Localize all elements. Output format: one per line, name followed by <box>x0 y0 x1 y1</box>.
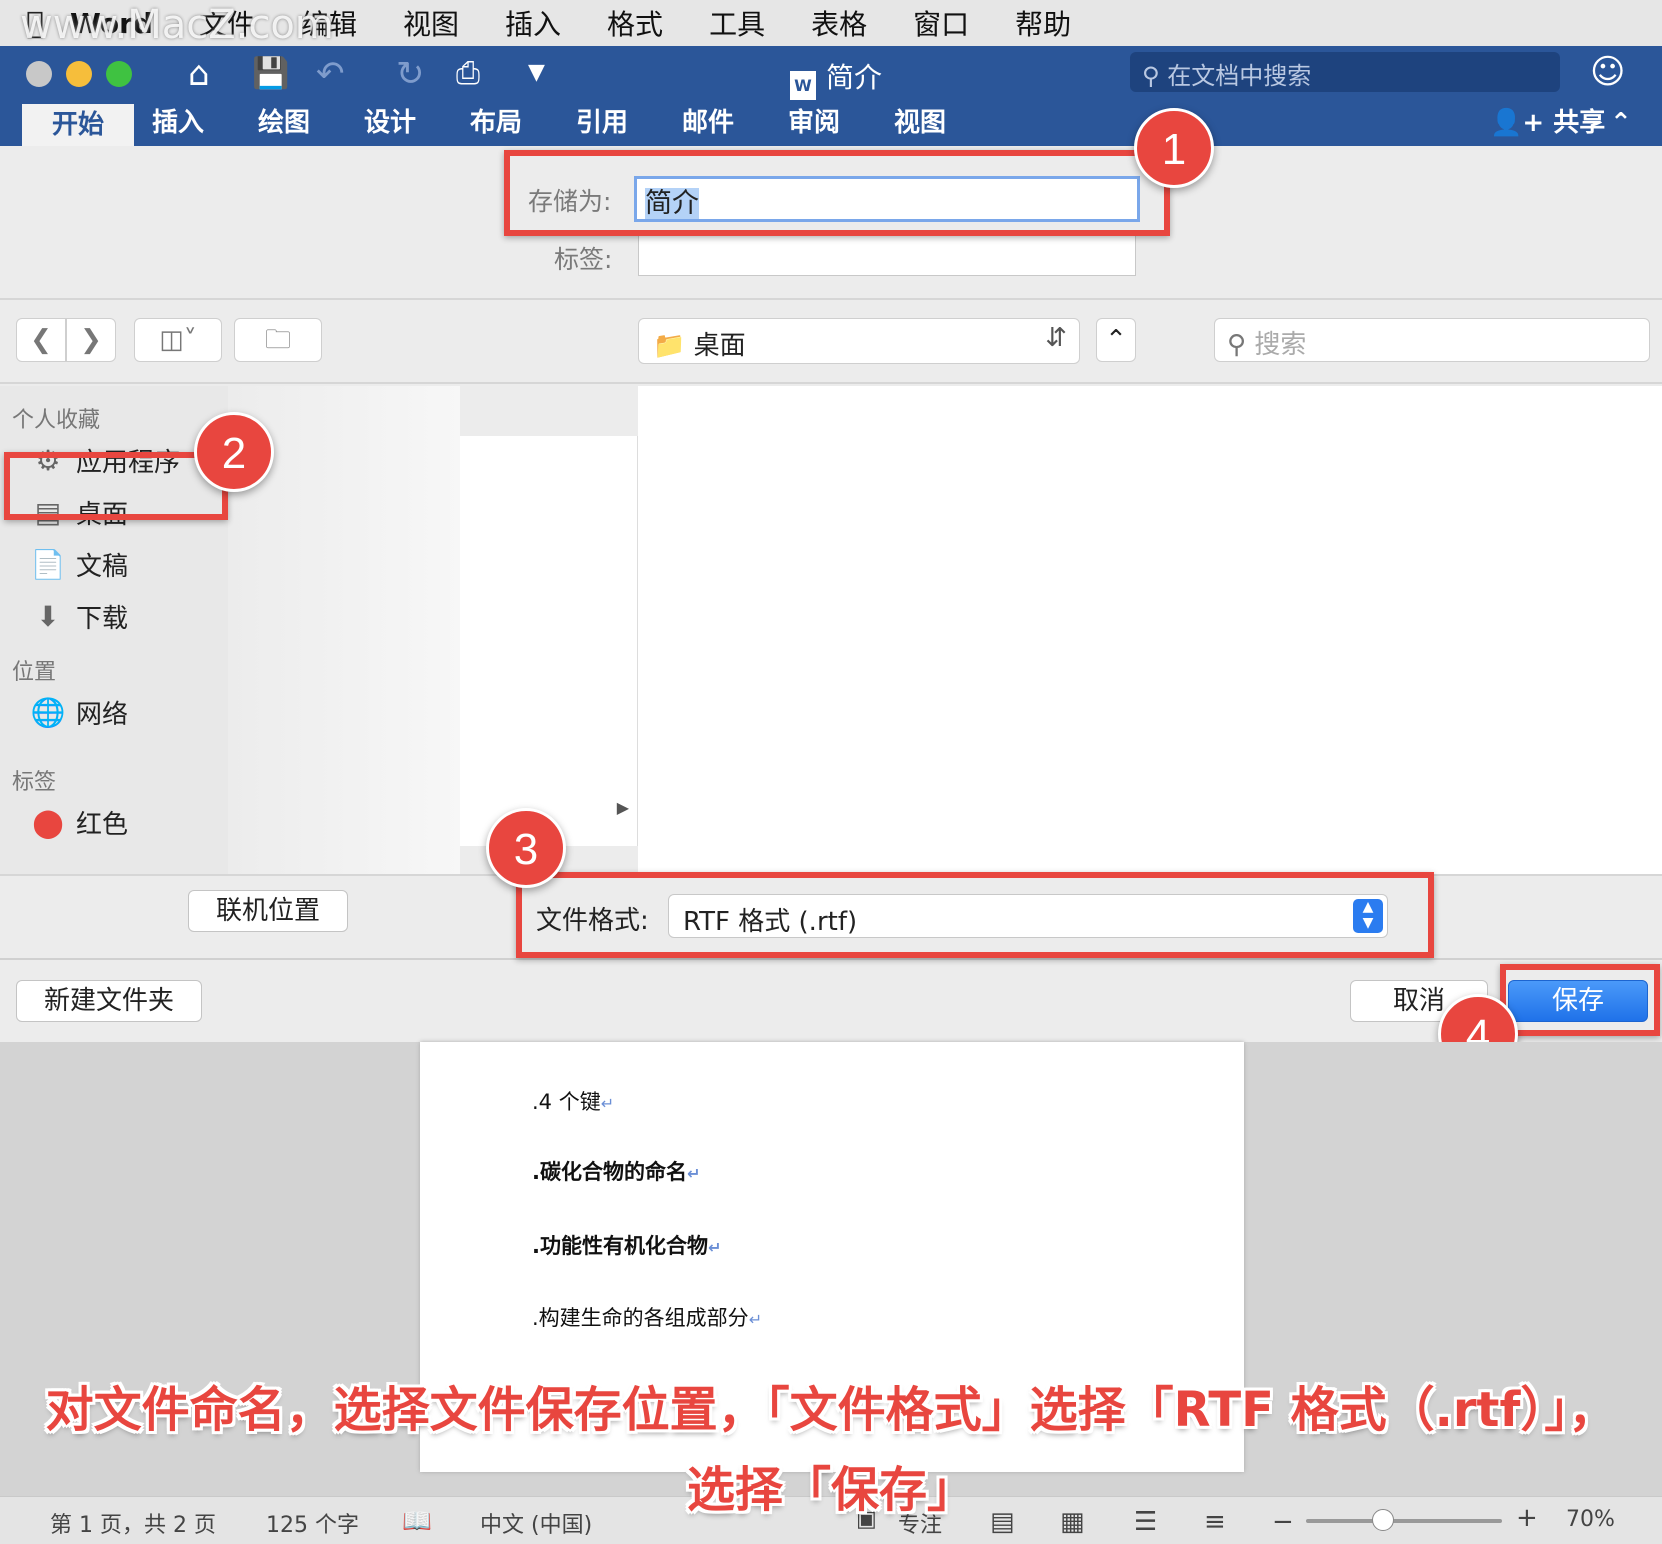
home-icon[interactable]: ⌂ <box>188 54 210 94</box>
save-icon[interactable]: 💾 <box>252 56 289 91</box>
tab-review[interactable]: 审阅 <box>788 100 840 146</box>
favorites-header: 个人收藏 <box>12 408 101 433</box>
document-paragraph: .碳化合物的命名↵ <box>532 1160 701 1184</box>
browser-column-3[interactable] <box>638 386 1662 874</box>
search-icon: ⚲ <box>1227 330 1247 360</box>
tab-insert[interactable]: 插入 <box>152 100 204 146</box>
tab-home[interactable]: 开始 <box>22 104 135 146</box>
columns-view-icon: ◫˅ <box>159 325 197 355</box>
callout-box-4 <box>1500 964 1660 1036</box>
tab-draw[interactable]: 绘图 <box>258 100 310 146</box>
locations-header: 位置 <box>12 660 57 685</box>
tab-view[interactable]: 视图 <box>894 100 946 146</box>
chevron-up-icon: ⌃ <box>1105 325 1127 355</box>
divider <box>0 298 1662 300</box>
ribbon-tabs: 开始 插入 绘图 设计 布局 引用 邮件 审阅 视图 👤+ 共享 ⌃ <box>0 100 1662 146</box>
zoom-window-button[interactable] <box>106 61 132 87</box>
sidebar-item-downloads[interactable]: ⬇ 下载 <box>30 598 128 635</box>
updown-chevron-icon: ⇵ <box>1045 323 1067 353</box>
divider <box>0 382 1662 384</box>
tutorial-caption-line-1: 对文件命名，选择文件保存位置，「文件格式」选择「RTF 格式（.rtf）」， <box>45 1382 1617 1438</box>
tags-input[interactable] <box>638 234 1136 276</box>
tags-label: 标签: <box>554 245 613 274</box>
close-window-button[interactable] <box>26 61 52 87</box>
step-badge-2: 2 <box>194 412 274 492</box>
word-doc-icon: W <box>790 71 816 101</box>
document-paragraph: .功能性有机化合物↵ <box>532 1234 722 1258</box>
document-search-input[interactable]: ⚲ 在文档中搜索 <box>1130 52 1560 92</box>
expand-dialog-button[interactable]: ⌃ <box>1096 318 1136 362</box>
minimize-window-button[interactable] <box>66 61 92 87</box>
customize-toolbar-icon[interactable]: ▼ <box>528 60 545 85</box>
back-button[interactable]: ❮ <box>16 318 66 362</box>
new-folder-icon[interactable]: 🗀 <box>234 318 322 362</box>
redo-icon[interactable]: ↻ <box>396 54 425 94</box>
save-dialog: 存储为: 简介 标签: ❮ ❯ ◫˅ 🗀 📁 桌面 ⇵ ⌃ ⚲ 搜索 个人收藏 … <box>0 108 1662 1074</box>
document-paragraph: .4 个键↵ <box>532 1090 615 1114</box>
title-bar: ⌂ 💾 ↶ ↻ ⎙ ▼ W 简介 ⚲ 在文档中搜索 ☺ <box>0 46 1662 101</box>
print-icon[interactable]: ⎙ <box>456 56 480 91</box>
document-title: W 简介 <box>790 56 882 101</box>
browser-column-2[interactable]: ▶ <box>460 436 638 846</box>
document-paragraph: .构建生命的各组成部分↵ <box>532 1306 763 1330</box>
collapse-ribbon-icon[interactable]: ⌃ <box>1610 100 1632 146</box>
menu-insert[interactable]: 插入 <box>505 3 561 43</box>
tab-mailings[interactable]: 邮件 <box>682 100 734 146</box>
menu-help[interactable]: 帮助 <box>1015 3 1071 43</box>
search-icon: ⚲ <box>1142 62 1160 90</box>
menu-view[interactable]: 视图 <box>403 3 459 43</box>
tab-design[interactable]: 设计 <box>364 100 416 146</box>
step-badge-3: 3 <box>486 808 566 888</box>
online-locations-button[interactable]: 联机位置 <box>188 890 348 932</box>
menu-tools[interactable]: 工具 <box>709 3 765 43</box>
step-badge-1: 1 <box>1134 108 1214 188</box>
location-popup[interactable]: 📁 桌面 ⇵ <box>638 318 1080 364</box>
watermark: www.MacZ.com <box>20 2 334 48</box>
tab-references[interactable]: 引用 <box>576 100 628 146</box>
menu-table[interactable]: 表格 <box>811 3 867 43</box>
download-icon: ⬇ <box>36 600 60 633</box>
sidebar-item-network[interactable]: 🌐 网络 <box>30 694 128 731</box>
tab-layout[interactable]: 布局 <box>470 100 522 146</box>
folder-icon: 📁 <box>653 331 686 361</box>
disclosure-triangle-icon[interactable]: ▶ <box>617 798 629 817</box>
undo-icon[interactable]: ↶ <box>316 54 345 94</box>
tags-header: 标签 <box>12 770 57 795</box>
add-person-icon: 👤+ <box>1490 108 1554 138</box>
forward-button[interactable]: ❯ <box>66 318 116 362</box>
callout-box-1 <box>504 150 1170 236</box>
finder-search-input[interactable]: ⚲ 搜索 <box>1214 318 1650 362</box>
feedback-smiley-icon[interactable]: ☺ <box>1590 52 1625 92</box>
share-button[interactable]: 👤+ 共享 <box>1490 100 1605 146</box>
new-folder-button[interactable]: 新建文件夹 <box>16 980 202 1022</box>
sidebar-item-tag-red[interactable]: ⬤ 红色 <box>30 804 128 841</box>
menu-format[interactable]: 格式 <box>607 3 663 43</box>
view-mode-button[interactable]: ◫˅ <box>134 318 222 362</box>
callout-box-3 <box>516 872 1434 958</box>
divider <box>0 958 1662 960</box>
menu-window[interactable]: 窗口 <box>913 3 969 43</box>
red-tag-dot-icon: ⬤ <box>32 806 64 839</box>
tutorial-caption-line-2: 选择「保存」 <box>686 1462 975 1518</box>
documents-icon: 📄 <box>30 548 66 581</box>
sidebar-item-documents[interactable]: 📄 文稿 <box>30 546 128 583</box>
network-globe-icon: 🌐 <box>30 696 66 729</box>
